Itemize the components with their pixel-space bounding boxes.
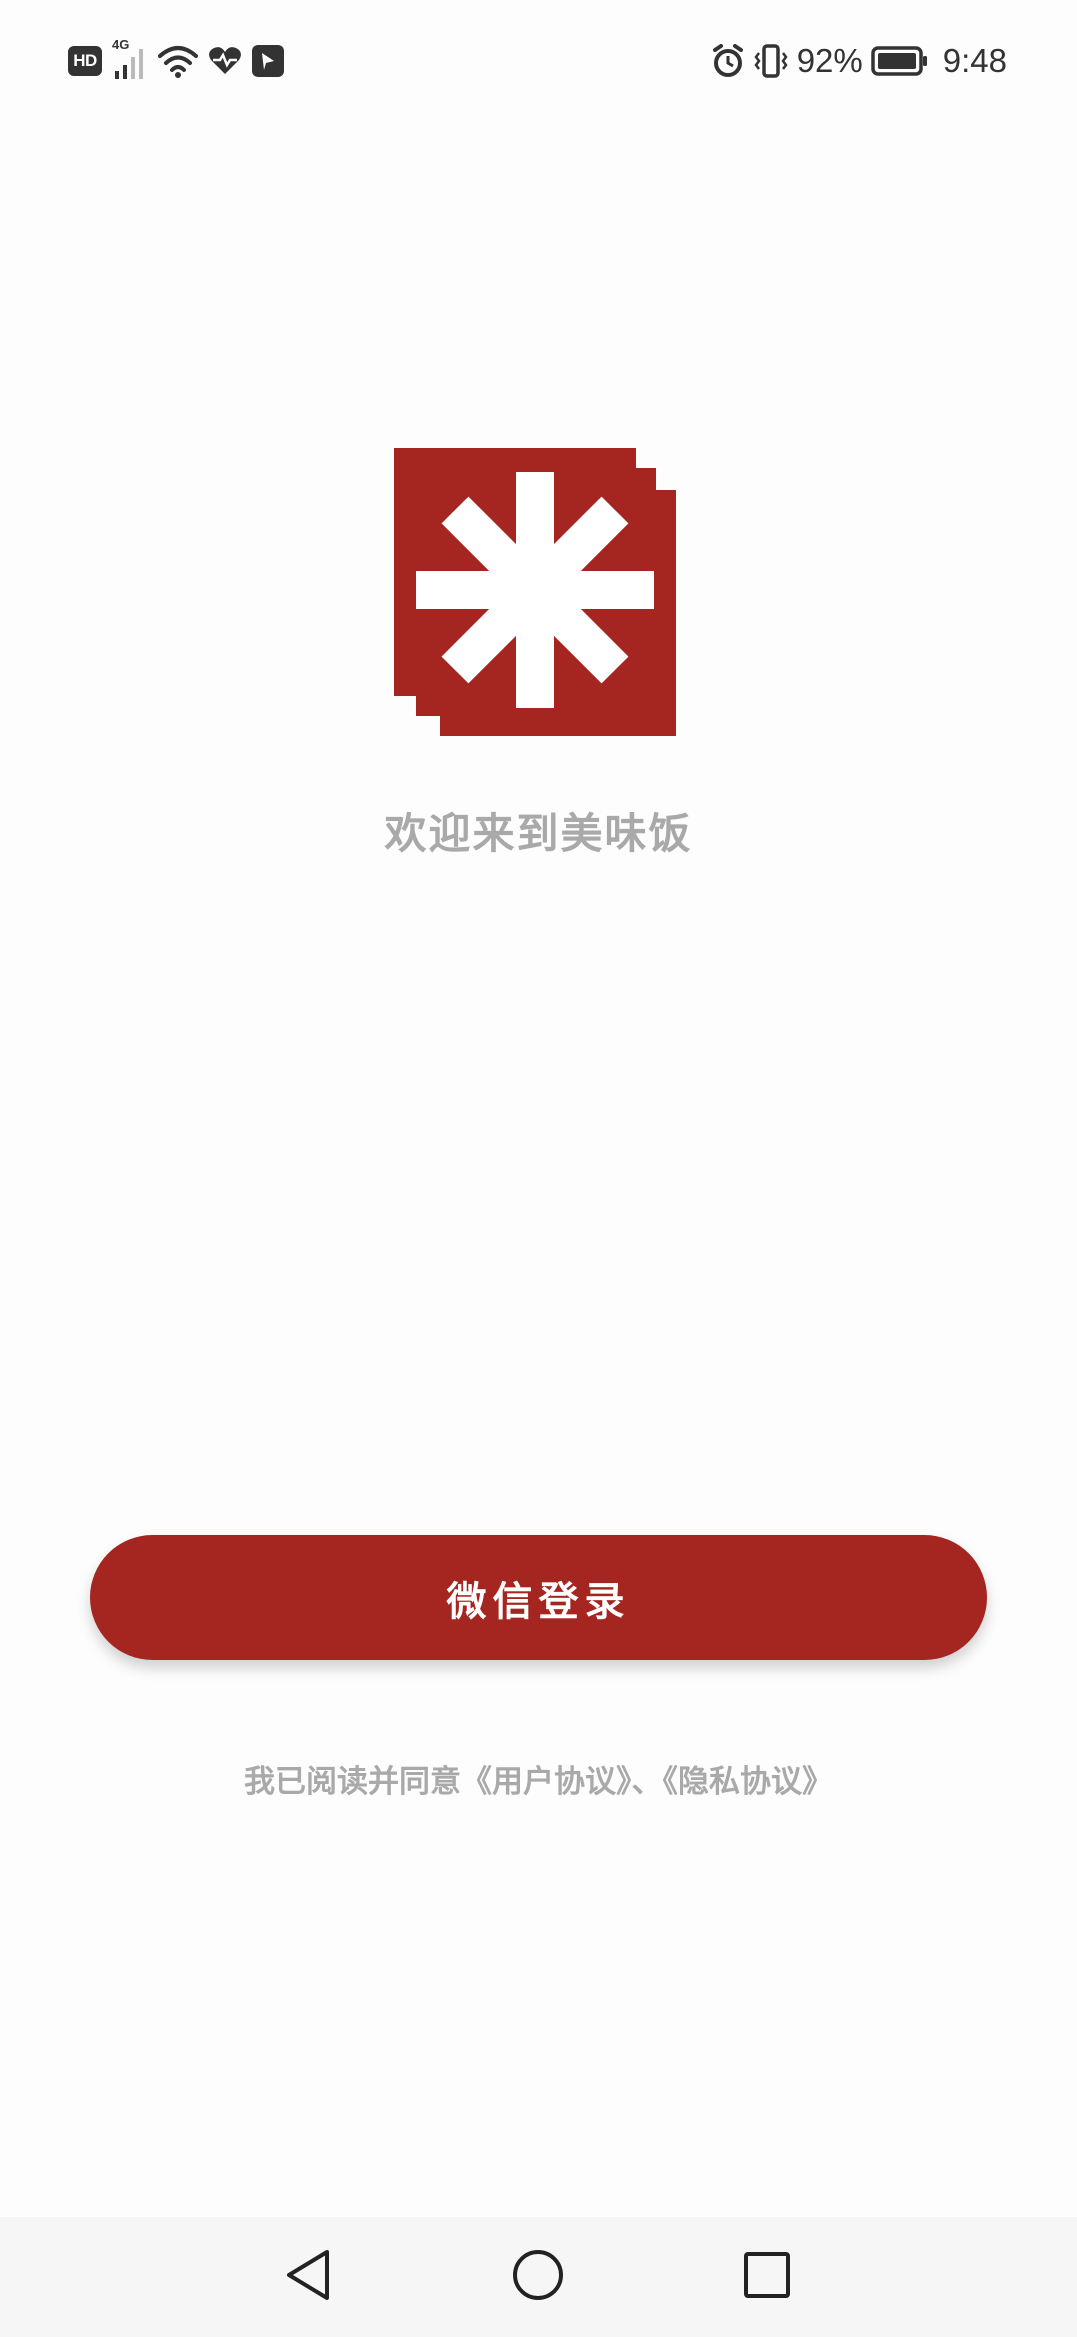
back-icon: [283, 2248, 333, 2302]
clock: 9:48: [942, 42, 1007, 79]
navigation-bar: [0, 2217, 1077, 2337]
signal-icon: 4G: [112, 37, 148, 81]
home-icon: [512, 2249, 564, 2301]
welcome-text: 欢迎来到美味饭: [384, 809, 693, 858]
home-button[interactable]: [498, 2235, 578, 2315]
status-right-icons: 92% 9:48: [711, 38, 1007, 84]
vibrate-icon: [753, 43, 789, 79]
login-screen: HD 4G 92% 9:48 欢迎来到美味饭 微信登录 我已阅读并同意《用户协议…: [0, 0, 1077, 2337]
recents-icon: [743, 2251, 791, 2299]
app-logo: [392, 446, 682, 738]
back-button[interactable]: [268, 2235, 348, 2315]
status-left-icons: HD 4G: [68, 37, 284, 82]
status-bar: HD 4G 92% 9:48: [0, 0, 1077, 122]
agreement-separator: 、: [631, 1764, 663, 1800]
app-notification-icon: [252, 45, 284, 77]
health-icon: [208, 46, 242, 76]
wifi-icon: [158, 44, 198, 78]
agreement-text: 我已阅读并同意《用户协议》、《隐私协议》: [0, 1756, 1077, 1801]
wechat-login-button[interactable]: 微信登录: [90, 1535, 987, 1660]
network-type-label: 4G: [112, 37, 130, 52]
hd-icon: HD: [68, 46, 102, 76]
privacy-policy-link[interactable]: 《隐私协议》: [663, 1764, 834, 1800]
recents-button[interactable]: [727, 2235, 807, 2315]
alarm-icon: [711, 44, 745, 78]
user-agreement-link[interactable]: 《用户协议》: [461, 1764, 632, 1800]
battery-percent: 92%: [796, 42, 863, 79]
agreement-prefix: 我已阅读并同意: [244, 1764, 461, 1800]
battery-icon: [871, 46, 929, 76]
